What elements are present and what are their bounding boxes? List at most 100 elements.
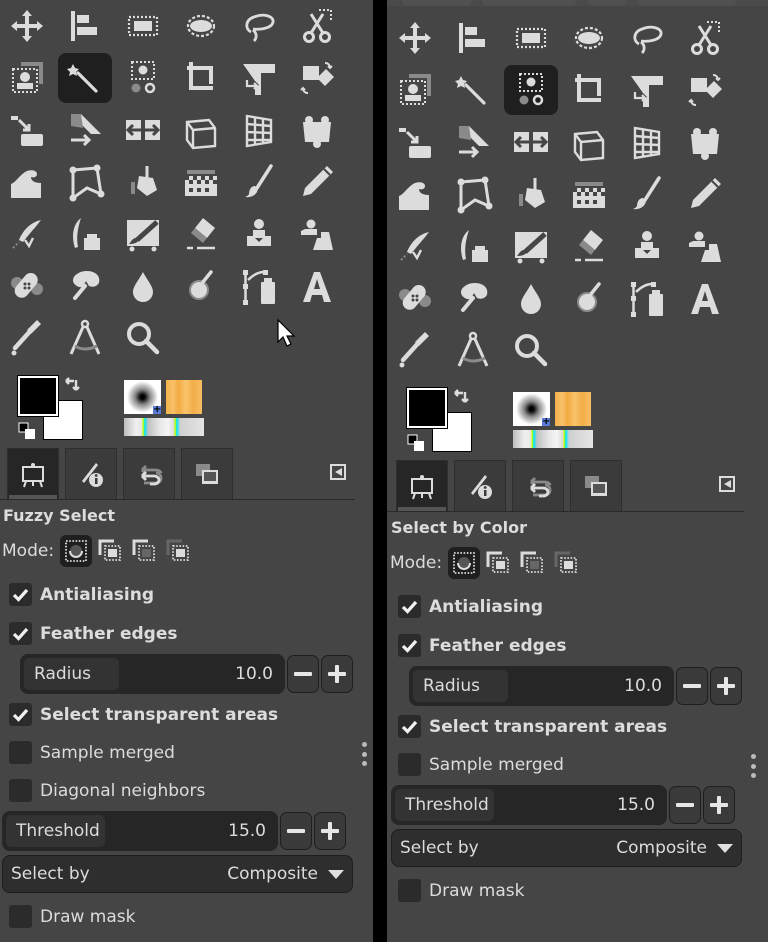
tool-foreground-select[interactable] <box>388 65 442 115</box>
tool-fuzzy-select[interactable] <box>58 53 112 103</box>
tool-foreground-select[interactable] <box>0 53 54 103</box>
radius-spinner-increment-button[interactable] <box>710 667 742 705</box>
tab-images[interactable] <box>181 448 233 500</box>
tool-3d-transform[interactable] <box>232 105 286 155</box>
panel-menu-button[interactable] <box>330 464 346 480</box>
tool-paths[interactable] <box>58 157 112 207</box>
checkbox-draw-mask[interactable]: Draw mask <box>9 905 135 928</box>
checkbox-sample-merged[interactable]: Sample merged <box>9 741 175 764</box>
tab-tool-options[interactable] <box>7 448 59 500</box>
mode-replace-button[interactable] <box>60 535 93 567</box>
tool-warp[interactable] <box>678 117 732 167</box>
gradient-preview[interactable] <box>124 418 204 436</box>
swap-colors-icon[interactable] <box>453 388 473 406</box>
select-by-dropdown[interactable]: Select by Composite <box>2 855 353 893</box>
tool-crop[interactable] <box>174 53 228 103</box>
tool-measure[interactable] <box>446 325 500 375</box>
tool-bucket-fill[interactable] <box>116 157 170 207</box>
tool-rect-select[interactable] <box>116 1 170 51</box>
tool-rotate[interactable] <box>290 53 344 103</box>
mode-intersect-button[interactable] <box>550 547 582 579</box>
pattern-preview[interactable] <box>555 392 591 426</box>
tool-shear[interactable] <box>58 105 112 155</box>
checkbox-box[interactable] <box>9 703 32 726</box>
checkbox-box[interactable] <box>9 779 32 802</box>
threshold-spinner-increment-button[interactable] <box>314 812 346 850</box>
tool-gegl-operation[interactable] <box>232 261 286 311</box>
tool-color-picker[interactable] <box>388 325 442 375</box>
panel-menu-button[interactable] <box>719 476 735 492</box>
tool-perspective-clone[interactable] <box>290 209 344 259</box>
tool-zoom[interactable] <box>504 325 558 375</box>
mode-replace-button[interactable] <box>448 547 481 579</box>
threshold-spinner-decrement-button[interactable] <box>280 812 312 850</box>
tool-bucket-fill[interactable] <box>504 169 558 219</box>
tool-pencil[interactable] <box>678 169 732 219</box>
checkbox-box[interactable] <box>9 622 32 645</box>
brush-preview[interactable]: + <box>513 392 550 427</box>
checkbox-feather-edges[interactable]: Feather edges <box>398 634 567 657</box>
mode-add-button[interactable] <box>482 547 514 579</box>
tab-device-status[interactable] <box>454 460 506 512</box>
checkbox-antialiasing[interactable]: Antialiasing <box>9 583 154 606</box>
tool-blend[interactable] <box>174 157 228 207</box>
mode-subtract-button[interactable] <box>128 535 160 567</box>
tab-tool-options[interactable] <box>396 460 448 512</box>
tool-dodge-burn[interactable] <box>174 261 228 311</box>
tool-cage-transform[interactable] <box>388 169 442 219</box>
tool-cage-transform[interactable] <box>0 157 54 207</box>
tab-device-status[interactable] <box>65 448 117 500</box>
radius-spinner-decrement-button[interactable] <box>287 655 319 693</box>
radius-spinner-decrement-button[interactable] <box>676 667 708 705</box>
checkbox-box[interactable] <box>398 879 421 902</box>
tab-images[interactable] <box>570 460 622 512</box>
tool-3d-transform[interactable] <box>620 117 674 167</box>
checkbox-feather-edges[interactable]: Feather edges <box>9 622 178 645</box>
gradient-preview[interactable] <box>513 430 593 448</box>
tool-crop[interactable] <box>562 65 616 115</box>
tool-align[interactable] <box>446 13 500 63</box>
checkbox-box[interactable] <box>9 583 32 606</box>
tool-text[interactable] <box>678 273 732 323</box>
mode-intersect-button[interactable] <box>162 535 194 567</box>
tool-free-select[interactable] <box>232 1 286 51</box>
tool-paintbrush[interactable] <box>232 157 286 207</box>
tool-ellipse-select[interactable] <box>174 1 228 51</box>
more-options-icon[interactable] <box>749 754 757 778</box>
mode-subtract-button[interactable] <box>516 547 548 579</box>
checkbox-select-transparent-areas[interactable]: Select transparent areas <box>9 703 278 726</box>
tool-airbrush[interactable] <box>0 209 54 259</box>
tool-gegl-operation[interactable] <box>620 273 674 323</box>
pattern-preview[interactable] <box>166 380 202 414</box>
tool-mypaint-brush[interactable] <box>116 209 170 259</box>
tool-flip[interactable] <box>504 117 558 167</box>
tool-align[interactable] <box>58 1 112 51</box>
mode-add-button[interactable] <box>94 535 126 567</box>
tool-scale[interactable] <box>388 117 442 167</box>
checkbox-box[interactable] <box>9 905 32 928</box>
checkbox-select-transparent-areas[interactable]: Select transparent areas <box>398 715 667 738</box>
threshold-spinner-increment-button[interactable] <box>703 786 735 824</box>
checkbox-diagonal-neighbors[interactable]: Diagonal neighbors <box>9 779 205 802</box>
brush-preview[interactable]: + <box>124 380 161 415</box>
tool-smudge[interactable] <box>58 261 112 311</box>
tool-unified-transform[interactable] <box>232 53 286 103</box>
swap-colors-icon[interactable] <box>64 376 84 394</box>
tool-blur[interactable] <box>116 261 170 311</box>
tool-select-by-color[interactable] <box>504 65 558 115</box>
radius-spinner-increment-button[interactable] <box>321 655 353 693</box>
tool-perspective[interactable] <box>174 105 228 155</box>
checkbox-box[interactable] <box>398 634 421 657</box>
radius-spinner-field[interactable]: Radius 10.0 <box>409 666 674 706</box>
tool-rotate[interactable] <box>678 65 732 115</box>
tool-mypaint-brush[interactable] <box>504 221 558 271</box>
checkbox-box[interactable] <box>398 715 421 738</box>
tab-undo-history[interactable] <box>512 460 564 512</box>
threshold-spinner-decrement-button[interactable] <box>669 786 701 824</box>
tab-undo-history[interactable] <box>123 448 175 500</box>
tool-move[interactable] <box>388 13 442 63</box>
tool-perspective[interactable] <box>562 117 616 167</box>
threshold-spinner-field[interactable]: Threshold 15.0 <box>2 811 278 851</box>
tool-warp[interactable] <box>290 105 344 155</box>
tool-smudge[interactable] <box>446 273 500 323</box>
